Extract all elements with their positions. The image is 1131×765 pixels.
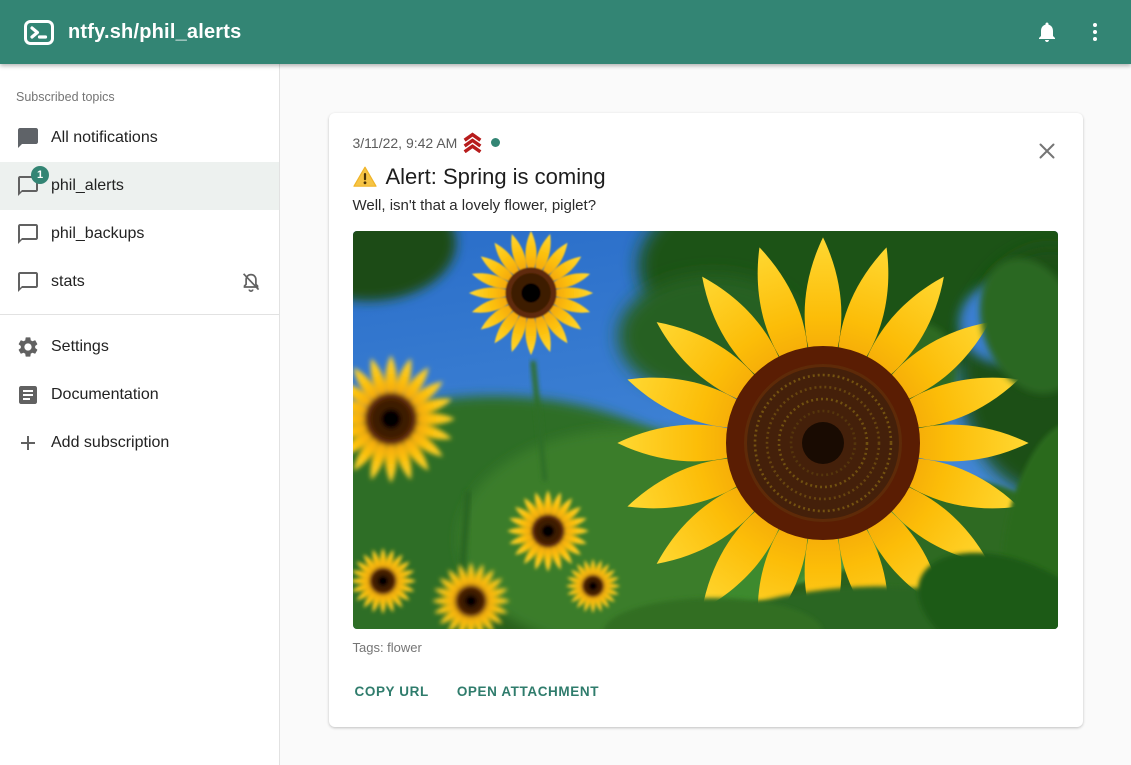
plus-icon <box>16 431 40 455</box>
notification-title-row: Alert: Spring is coming <box>353 162 1059 192</box>
notification-card: 3/11/22, 9:42 AM <box>329 113 1083 727</box>
sidebar-item-phil-alerts[interactable]: 1 phil_alerts <box>0 162 279 210</box>
unread-dot-icon <box>491 138 500 147</box>
gear-icon <box>16 335 40 359</box>
chat-bubble-filled-icon <box>16 126 40 150</box>
sidebar-item-label: All notifications <box>51 129 158 147</box>
notification-body: Well, isn't that a lovely flower, piglet… <box>353 196 1059 216</box>
notification-title: Alert: Spring is coming <box>386 162 606 192</box>
article-icon <box>16 383 40 407</box>
close-notification-button[interactable] <box>1033 137 1061 165</box>
notification-meta-row: 3/11/22, 9:42 AM <box>353 132 1059 153</box>
sidebar-item-phil-backups[interactable]: phil_backups <box>0 210 279 258</box>
sidebar-divider <box>0 314 279 315</box>
notification-actions: COPY URL OPEN ATTACHMENT <box>353 676 1059 707</box>
sidebar-item-label: phil_alerts <box>51 177 124 195</box>
unread-count-badge: 1 <box>31 166 49 184</box>
sidebar-item-label: Settings <box>51 338 109 356</box>
attachment-figure <box>353 231 1059 629</box>
notification-tags: Tags: flower <box>353 640 1059 655</box>
app-title: ntfy.sh/phil_alerts <box>68 21 241 44</box>
sidebar-item-settings[interactable]: Settings <box>0 323 279 371</box>
bell-icon <box>1035 20 1059 44</box>
kebab-menu-icon <box>1083 20 1107 44</box>
sidebar-item-label: phil_backups <box>51 225 144 243</box>
notification-timestamp: 3/11/22, 9:42 AM <box>353 133 458 153</box>
copy-url-button[interactable]: COPY URL <box>353 676 431 707</box>
warning-emoji-icon <box>353 166 377 188</box>
sidebar: Subscribed topics All notifications 1 ph… <box>0 64 280 765</box>
subscribed-topics-label: Subscribed topics <box>0 74 279 114</box>
sidebar-item-add-subscription[interactable]: Add subscription <box>0 419 279 467</box>
open-attachment-button[interactable]: OPEN ATTACHMENT <box>455 676 601 707</box>
sidebar-item-all-notifications[interactable]: All notifications <box>0 114 279 162</box>
overflow-menu-button[interactable] <box>1071 8 1119 56</box>
close-icon <box>1037 141 1057 161</box>
chat-bubble-outline-icon <box>16 222 40 246</box>
main-content: 3/11/22, 9:42 AM <box>280 64 1131 765</box>
ntfy-logo-icon <box>24 20 54 45</box>
app-bar: ntfy.sh/phil_alerts <box>0 0 1131 64</box>
sidebar-item-documentation[interactable]: Documentation <box>0 371 279 419</box>
notifications-muted-icon <box>239 270 263 294</box>
sidebar-item-stats[interactable]: stats <box>0 258 279 306</box>
sidebar-item-label: Documentation <box>51 386 159 404</box>
chat-bubble-outline-icon: 1 <box>16 174 40 198</box>
notifications-bell-button[interactable] <box>1023 8 1071 56</box>
chat-bubble-outline-icon <box>16 270 40 294</box>
priority-high-icon <box>463 132 482 153</box>
attachment-image[interactable] <box>353 231 1058 629</box>
sidebar-item-label: Add subscription <box>51 434 169 452</box>
sidebar-item-label: stats <box>51 273 85 291</box>
